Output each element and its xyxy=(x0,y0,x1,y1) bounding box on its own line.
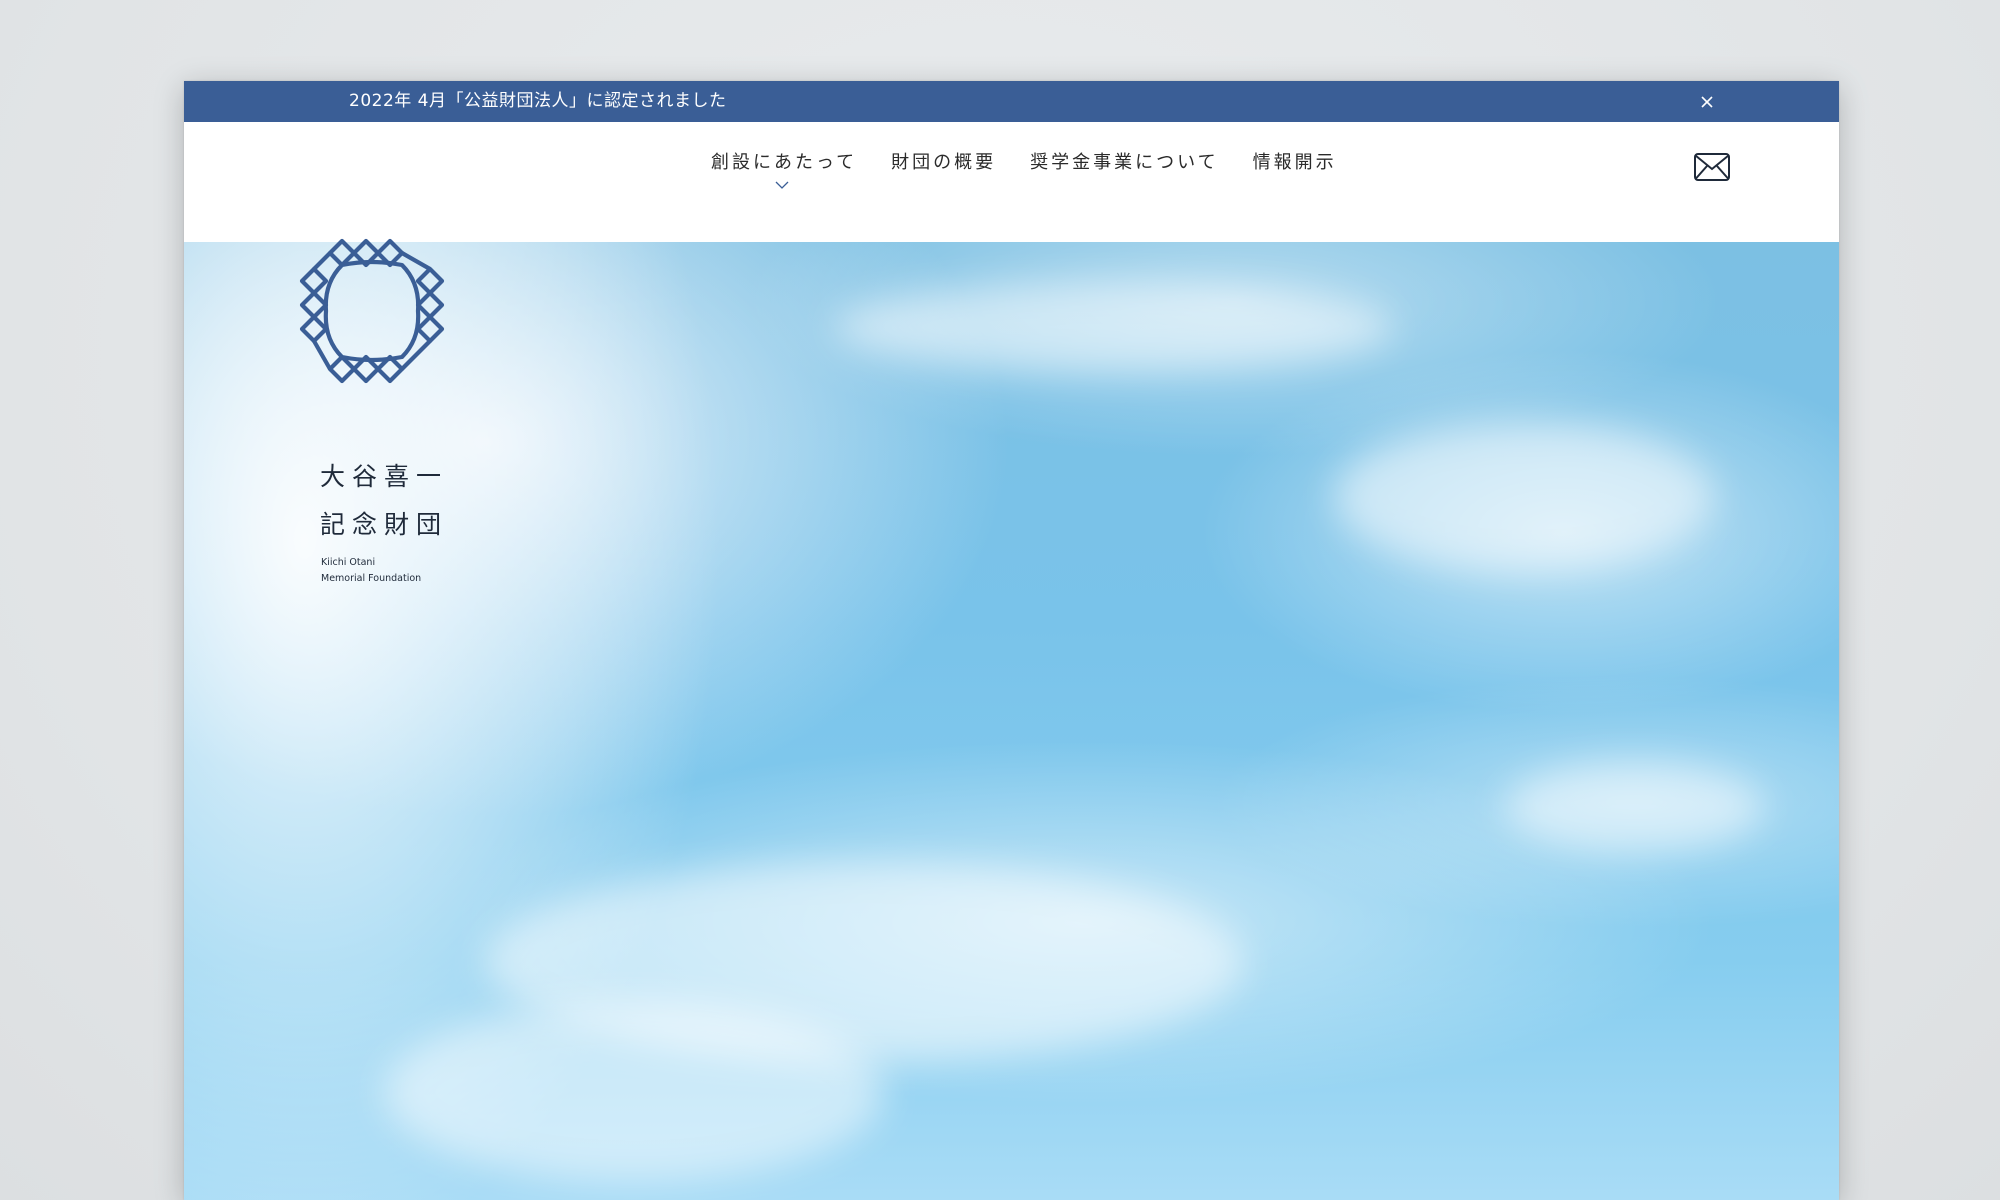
notice-bar: 2022年 4月「公益財団法人」に認定されました xyxy=(184,81,1839,122)
logo-japanese-name: 大谷喜一 記念財団 xyxy=(320,453,480,549)
cloud-shape xyxy=(384,1002,884,1182)
nav-item-founding[interactable]: 創設にあたって xyxy=(711,148,858,189)
cloud-shape xyxy=(1504,762,1764,852)
logo-english-name: Kiichi Otani Memorial Foundation xyxy=(321,555,481,587)
nav-item-label: 財団の概要 xyxy=(891,152,997,173)
logo-en-line2: Memorial Foundation xyxy=(321,573,422,584)
nav-item-label: 情報開示 xyxy=(1252,152,1337,173)
chevron-down-icon[interactable] xyxy=(774,180,790,190)
logo-en-line1: Kiichi Otani xyxy=(321,557,376,568)
knot-logo-icon xyxy=(299,238,445,384)
nav-item-overview[interactable]: 財団の概要 xyxy=(891,148,996,174)
site-header: 創設にあたって 財団の概要 奨学金事業について 情報開示 xyxy=(184,122,1839,242)
notice-text: 2022年 4月「公益財団法人」に認定されました xyxy=(349,91,727,111)
nav-item-label: 創設にあたって xyxy=(711,152,858,173)
cloud-shape xyxy=(834,282,1394,372)
nav-item-disclosure[interactable]: 情報開示 xyxy=(1253,148,1337,174)
nav-item-label: 奨学金事業について xyxy=(1030,152,1219,173)
logo-jp-line1: 大谷喜一 xyxy=(320,462,449,491)
main-nav: 創設にあたって 財団の概要 奨学金事業について 情報開示 xyxy=(711,148,1371,189)
close-icon[interactable] xyxy=(1696,91,1718,113)
logo-jp-line2: 記念財団 xyxy=(320,510,449,539)
cloud-shape xyxy=(1334,422,1714,572)
mail-icon[interactable] xyxy=(1693,152,1731,182)
website-window: 2022年 4月「公益財団法人」に認定されました 創設にあたって 財団の概要 奨… xyxy=(184,81,1839,1200)
nav-item-scholarship[interactable]: 奨学金事業について xyxy=(1030,148,1218,174)
